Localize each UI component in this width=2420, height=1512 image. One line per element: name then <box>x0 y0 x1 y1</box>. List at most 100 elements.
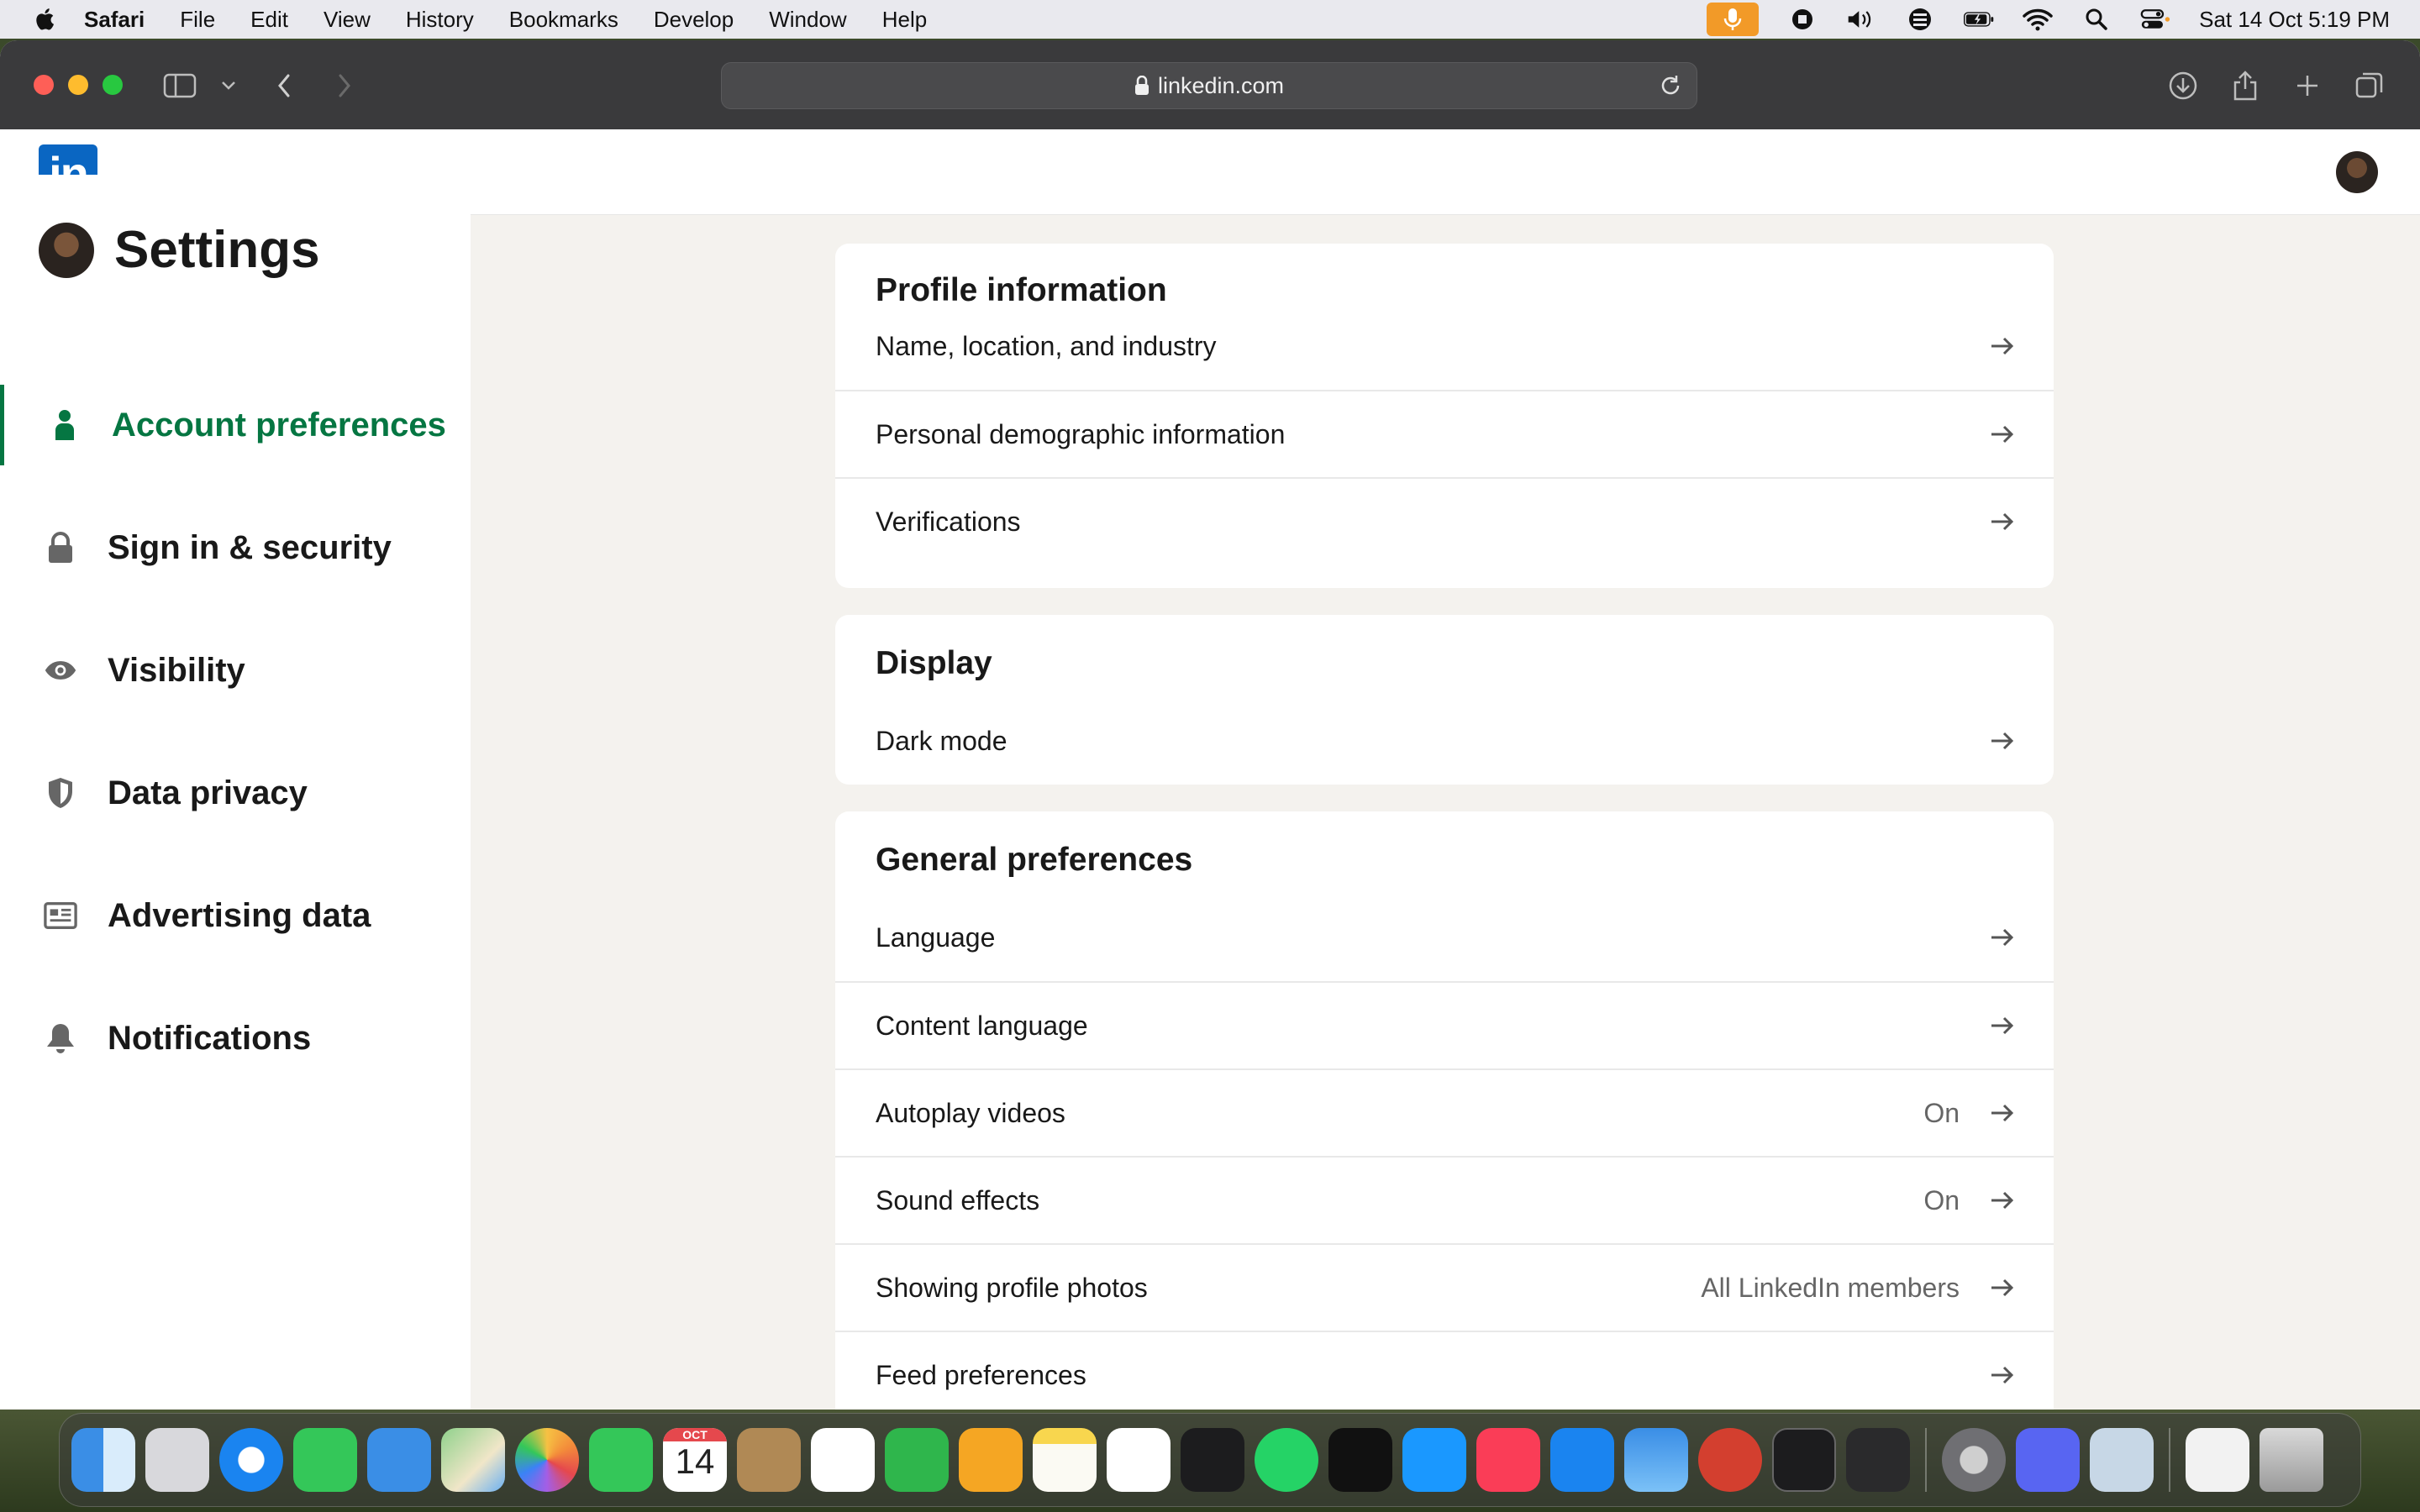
battery-icon[interactable] <box>1964 7 1994 32</box>
zoom-window-button[interactable] <box>103 75 123 95</box>
contacts-icon[interactable] <box>737 1428 801 1492</box>
row-content-language[interactable]: Content language <box>835 981 2054 1068</box>
spotlight-icon[interactable] <box>2081 7 2112 32</box>
row-demographic-information[interactable]: Personal demographic information <box>835 390 2054 477</box>
sidebar-item-visibility[interactable]: Visibility <box>0 630 471 711</box>
trash-icon[interactable] <box>2260 1428 2323 1492</box>
sidebar-toggle-icon[interactable] <box>163 69 197 102</box>
menu-edit[interactable]: Edit <box>250 7 288 33</box>
row-label: Verifications <box>876 506 1021 537</box>
control-center-icon[interactable] <box>2140 7 2170 32</box>
freeform-icon[interactable] <box>1107 1428 1171 1492</box>
sidebar-item-advertising-data[interactable]: Advertising data <box>0 875 471 956</box>
menu-view[interactable]: View <box>324 7 371 33</box>
settings-header: Settings <box>39 220 320 280</box>
input-source-icon[interactable] <box>1905 7 1935 32</box>
row-label: Personal demographic information <box>876 418 1286 449</box>
row-label: Sound effects <box>876 1184 1040 1215</box>
photos-icon[interactable] <box>515 1428 579 1492</box>
document-icon[interactable] <box>2186 1428 2249 1492</box>
sidebar-item-account-preferences[interactable]: Account preferences <box>0 385 471 465</box>
sidebar-item-notifications[interactable]: Notifications <box>0 998 471 1079</box>
weather-icon[interactable] <box>1624 1428 1688 1492</box>
arrow-right-icon <box>1991 512 2014 531</box>
pages-icon[interactable] <box>959 1428 1023 1492</box>
l-app-icon[interactable] <box>1846 1428 1910 1492</box>
share-icon[interactable] <box>2228 69 2262 102</box>
address-bar[interactable]: linkedin.com <box>721 62 1697 109</box>
safari-icon[interactable] <box>219 1428 283 1492</box>
screen-record-icon[interactable] <box>1787 7 1818 32</box>
calendar-icon[interactable]: OCT 14 <box>663 1428 727 1492</box>
wifi-icon[interactable] <box>2023 7 2053 32</box>
menu-bookmarks[interactable]: Bookmarks <box>509 7 618 33</box>
tab-overview-icon[interactable] <box>2353 69 2386 102</box>
arrow-right-icon <box>1991 732 2014 750</box>
chevron-down-icon[interactable] <box>212 69 245 102</box>
minimize-window-button[interactable] <box>68 75 88 95</box>
volume-icon[interactable] <box>1846 7 1876 32</box>
row-verifications[interactable]: Verifications <box>835 477 2054 564</box>
messages-icon[interactable] <box>293 1428 357 1492</box>
lock-icon <box>44 531 77 564</box>
reload-icon[interactable] <box>1658 73 1683 98</box>
row-language[interactable]: Language <box>835 894 2054 981</box>
sidebar-item-sign-in-security[interactable]: Sign in & security <box>0 507 471 588</box>
appstore-icon[interactable] <box>1550 1428 1614 1492</box>
terminal-icon[interactable] <box>1772 1428 1836 1492</box>
shield-icon <box>44 776 77 810</box>
sidebar-item-label: Sign in & security <box>108 528 392 566</box>
row-value: On <box>1923 1184 1960 1215</box>
discord-icon[interactable] <box>2016 1428 2080 1492</box>
forward-button[interactable] <box>328 69 361 102</box>
menu-develop[interactable]: Develop <box>654 7 734 33</box>
menu-app-name[interactable]: Safari <box>84 7 145 33</box>
menu-window[interactable]: Window <box>769 7 846 33</box>
stocks-icon[interactable] <box>1181 1428 1244 1492</box>
row-dark-mode[interactable]: Dark mode <box>835 697 2054 785</box>
mail-icon[interactable] <box>367 1428 431 1492</box>
remote-desktop-icon[interactable] <box>1698 1428 1762 1492</box>
browser-toolbar: linkedin.com <box>0 40 2420 129</box>
close-window-button[interactable] <box>34 75 54 95</box>
reminders-icon[interactable] <box>811 1428 875 1492</box>
person-icon <box>48 408 82 442</box>
menu-history[interactable]: History <box>406 7 474 33</box>
row-name-location-industry[interactable]: Name, location, and industry <box>835 302 2054 390</box>
avatar[interactable] <box>39 222 94 278</box>
back-button[interactable] <box>267 69 301 102</box>
menubar-clock[interactable]: Sat 14 Oct 5:19 PM <box>2199 7 2390 33</box>
notes-icon[interactable] <box>1033 1428 1097 1492</box>
row-label: Name, location, and industry <box>876 330 1217 361</box>
numbers-icon[interactable] <box>885 1428 949 1492</box>
launchpad-icon[interactable] <box>145 1428 209 1492</box>
row-label: Showing profile photos <box>876 1272 1148 1303</box>
apple-menu-icon[interactable] <box>34 7 59 32</box>
finder-icon[interactable] <box>71 1428 135 1492</box>
music-icon[interactable] <box>1476 1428 1540 1492</box>
row-showing-profile-photos[interactable]: Showing profile photos All LinkedIn memb… <box>835 1243 2054 1331</box>
row-autoplay-videos[interactable]: Autoplay videos On <box>835 1068 2054 1156</box>
facetime-icon[interactable] <box>589 1428 653 1492</box>
appletv-icon[interactable] <box>1328 1428 1392 1492</box>
sidebar-item-data-privacy[interactable]: Data privacy <box>0 753 471 833</box>
row-sound-effects[interactable]: Sound effects On <box>835 1156 2054 1243</box>
downloads-icon[interactable] <box>2166 69 2200 102</box>
display-card: Display Dark mode <box>835 615 2054 785</box>
profile-avatar[interactable] <box>2336 151 2378 193</box>
preview-icon[interactable] <box>2090 1428 2154 1492</box>
menu-help[interactable]: Help <box>882 7 927 33</box>
arrow-right-icon <box>1991 1278 2014 1297</box>
menu-file[interactable]: File <box>180 7 215 33</box>
profile-information-card: Profile information Name, location, and … <box>835 244 2054 588</box>
maps-icon[interactable] <box>441 1428 505 1492</box>
system-settings-icon[interactable] <box>1942 1428 2006 1492</box>
microphone-icon[interactable] <box>1707 3 1760 36</box>
row-label: Dark mode <box>876 725 1007 756</box>
whatsapp-icon[interactable] <box>1255 1428 1318 1492</box>
url-text: linkedin.com <box>1157 72 1285 98</box>
settings-sidebar: Settings Account preferences Sign in & s… <box>0 175 471 1410</box>
new-tab-icon[interactable] <box>2291 69 2324 102</box>
row-feed-preferences[interactable]: Feed preferences <box>835 1331 2054 1418</box>
primevideo-icon[interactable] <box>1402 1428 1466 1492</box>
